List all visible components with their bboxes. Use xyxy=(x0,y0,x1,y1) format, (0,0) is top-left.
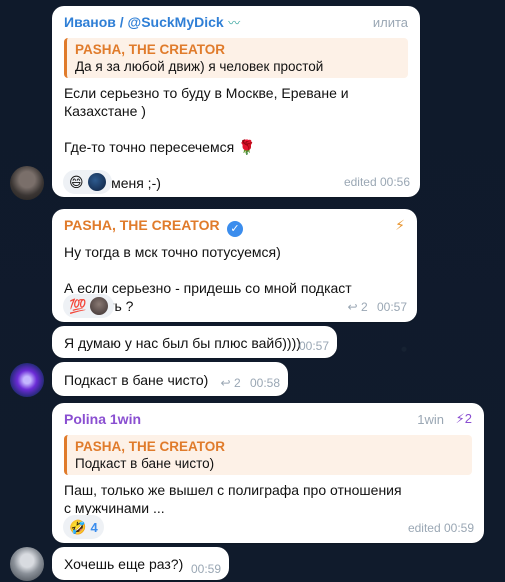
message-bubble-again[interactable]: Хочешь еще раз?) 00:59 xyxy=(52,547,229,580)
message-text-line: Где-то точно пересечемся 🌹 xyxy=(64,139,256,155)
boost-badge: ⚡2 xyxy=(455,411,472,426)
message-text: Хочешь еще раз?) xyxy=(64,556,184,572)
message-timestamp: 00:59 xyxy=(190,562,221,576)
reaction-emoji: 🤣 xyxy=(69,518,87,535)
reaction-emoji: 💯 xyxy=(69,297,87,314)
sender-name[interactable]: Polina 1win xyxy=(64,411,141,427)
message-bubble-podcast[interactable]: Подкаст в бане чисто) ↩ 2 00:58 xyxy=(52,362,288,396)
message-timestamp: 00:57 xyxy=(298,339,329,353)
reaction-emoji: 😄 xyxy=(69,173,84,190)
sender-name[interactable]: PASHA, THE CREATOR xyxy=(64,217,220,233)
reply-quote[interactable]: PASHA, THE CREATOR Да я за любой движ) я… xyxy=(64,38,408,78)
message-meta: ↩ 2 00:57 xyxy=(348,300,407,314)
reaction-chip[interactable]: 💯 xyxy=(63,294,115,318)
message-text: Я думаю у нас был бы плюс вайб)))) xyxy=(64,335,301,351)
reply-count[interactable]: 2 xyxy=(361,300,368,314)
message-text: Подкаст в бане чисто) xyxy=(64,372,209,388)
avatar-ivanov[interactable] xyxy=(10,166,44,200)
message-bubble-short[interactable]: Я думаю у нас был бы плюс вайб)))) 00:57 xyxy=(52,326,337,358)
message-bubble-ivanov[interactable]: Иванов / @SuckMyDick 〰 илита PASHA, THE … xyxy=(52,6,420,197)
lightning-icon: ⚡ xyxy=(395,217,405,233)
avatar-polina[interactable] xyxy=(10,547,44,581)
reply-quote-author: PASHA, THE CREATOR xyxy=(75,42,226,57)
message-timestamp: edited 00:56 xyxy=(343,175,410,189)
message-text: Паш, только же вышел с полиграфа про отн… xyxy=(64,482,402,516)
sender-role: илита xyxy=(372,15,408,30)
verified-badge-icon: ✓ xyxy=(227,221,244,237)
reply-quote-author: PASHA, THE CREATOR xyxy=(75,439,226,454)
message-timestamp: edited 00:59 xyxy=(407,521,474,535)
message-bubble-polina[interactable]: Polina 1win 1win ⚡2 PASHA, THE CREATOR П… xyxy=(52,403,484,543)
sender-name[interactable]: Иванов / @SuckMyDick xyxy=(64,14,224,30)
reaction-chip[interactable]: 🤣 4 xyxy=(63,515,104,539)
sender-role: 1win xyxy=(417,412,444,427)
reply-quote-text: Да я за любой движ) я человек простой xyxy=(75,59,324,74)
sender-emoji-status-icon: 〰 xyxy=(228,16,241,30)
reply-arrow-icon: ↩ xyxy=(347,300,358,314)
message-text-line: Если серьезно то буду в Москве, Ереване … xyxy=(64,85,349,119)
reaction-chip[interactable]: 😄 xyxy=(63,170,112,194)
message-meta: ↩ 2 00:58 xyxy=(221,376,280,390)
lightning-icon: ⚡ xyxy=(455,411,465,426)
message-timestamp: 00:57 xyxy=(376,300,407,314)
message-text-line: Ну тогда в мск точно потусуемся) xyxy=(64,244,281,260)
avatar-pasha[interactable] xyxy=(10,363,44,397)
reaction-count: 4 xyxy=(90,519,98,535)
message-bubble-pasha[interactable]: PASHA, THE CREATOR ✓ ⚡ Ну тогда в мск то… xyxy=(52,209,417,322)
reactor-avatar xyxy=(87,173,106,191)
message-timestamp: 00:58 xyxy=(249,376,280,390)
reply-quote-text: Подкаст в бане чисто) xyxy=(75,456,215,471)
reply-arrow-icon: ↩ xyxy=(220,376,231,390)
reactor-avatar xyxy=(90,297,109,315)
reply-count[interactable]: 2 xyxy=(234,376,241,390)
reply-quote[interactable]: PASHA, THE CREATOR Подкаст в бане чисто) xyxy=(64,435,472,475)
